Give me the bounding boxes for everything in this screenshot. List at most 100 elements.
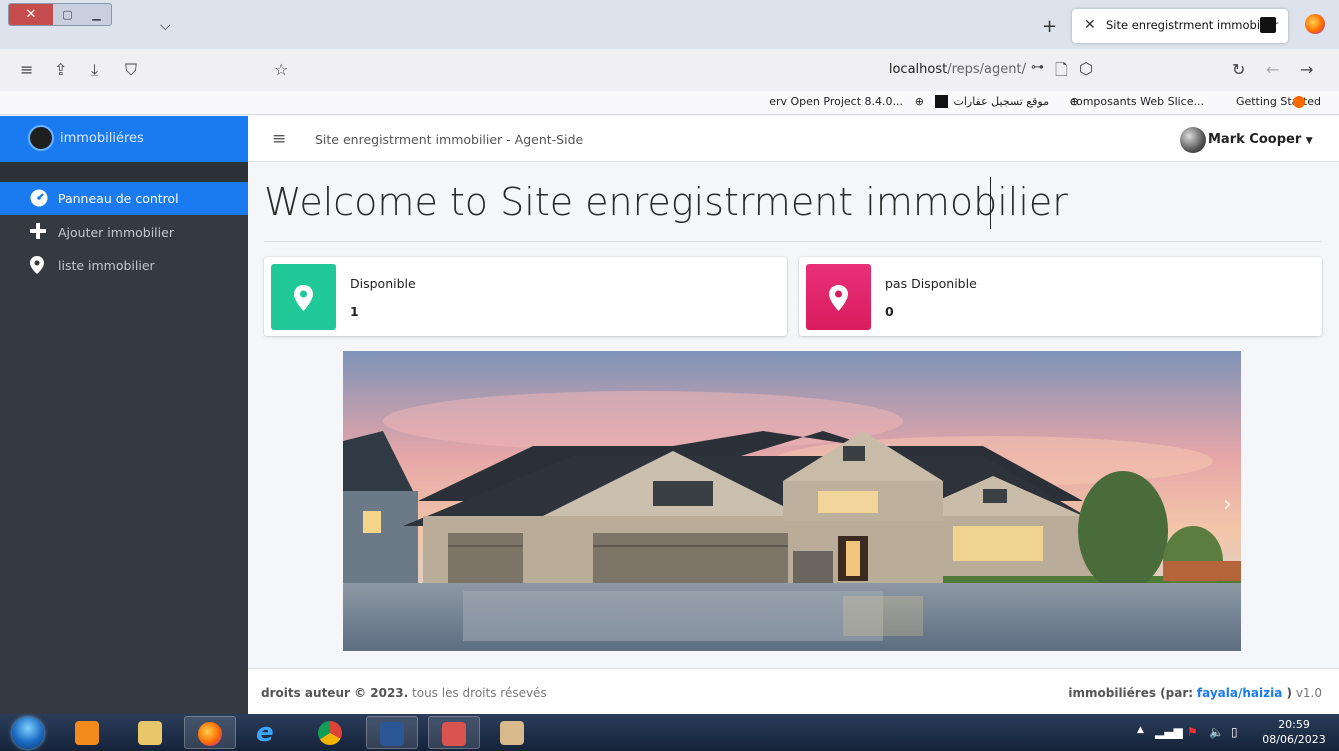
brand-name: immobiliéres xyxy=(60,131,144,146)
app-header: ≡ Site enregistrment immobilier - Agent-… xyxy=(248,116,1339,162)
map-marker-icon xyxy=(271,264,336,330)
folder-icon xyxy=(138,721,162,745)
clock-time[interactable]: 20:59 xyxy=(1259,718,1329,731)
paint-icon xyxy=(500,721,524,745)
share-icon[interactable]: ⇪ xyxy=(54,60,67,79)
title-divider xyxy=(264,241,1321,242)
url-text[interactable]: localhost/reps/agent/ xyxy=(889,62,1026,77)
firefox-icon xyxy=(198,722,222,746)
snipping-tool-icon xyxy=(442,722,466,746)
sidebar-item-ajouter[interactable]: Ajouter immobilier xyxy=(0,216,248,249)
footer-brand: immobiliéres (par: xyxy=(1068,686,1194,700)
system-tray: ▲ ▂▄▆ ⚑ 🔈 ▯ 20:59 08/06/2023 xyxy=(1129,714,1329,751)
taskbar-firefox[interactable] xyxy=(184,716,236,749)
info-box-label: pas Disponible xyxy=(885,276,977,291)
taskbar-media-player[interactable] xyxy=(62,716,114,749)
bookmark-star-icon[interactable]: ☆ xyxy=(274,60,288,79)
taskbar-explorer[interactable] xyxy=(125,716,177,749)
dashboard-icon xyxy=(30,189,48,207)
bookmarks-bar: Getting Started composants Web Slice... … xyxy=(0,91,1339,115)
map-marker-icon xyxy=(30,256,46,274)
url-bar[interactable]: ☆ localhost/reps/agent/ ⊶ 🗋 ⬡ xyxy=(260,54,1108,86)
brand-link[interactable]: immobiliéres xyxy=(0,116,248,162)
map-marker-icon xyxy=(806,264,871,330)
app-menu-icon[interactable]: ≡ xyxy=(20,60,33,79)
url-host: localhost xyxy=(888,62,948,77)
info-box-pas-disponible: pas Disponible 0 xyxy=(799,257,1322,336)
permissions-key-icon[interactable]: ⊶ xyxy=(1031,60,1044,75)
flag-icon[interactable]: ⚑ xyxy=(1187,725,1198,739)
info-box-value: 0 xyxy=(885,304,894,319)
firefox-menu-icon[interactable] xyxy=(1305,14,1325,34)
tray-expand-icon[interactable]: ▲ xyxy=(1137,725,1144,735)
taskbar-ie[interactable]: e xyxy=(243,716,295,749)
version-label: v1.0 xyxy=(1292,686,1322,700)
footer-credits: immobiliéres (par: fayala/haizia ) v1.0 xyxy=(1068,686,1322,700)
signal-icon[interactable]: ▂▄▆ xyxy=(1155,725,1183,739)
footer-brand-close: ) xyxy=(1282,686,1293,700)
header-title: Site enregistrment immobilier - Agent-Si… xyxy=(315,132,584,147)
sidebar-item-panneau[interactable]: Panneau de control xyxy=(0,182,248,215)
sidebar-toggle-icon[interactable]: ≡ xyxy=(272,129,286,149)
new-tab-button[interactable]: + xyxy=(1042,16,1057,37)
word-icon xyxy=(380,722,404,746)
taskbar-snipping[interactable] xyxy=(428,716,480,749)
power-icon[interactable]: ▯ xyxy=(1231,725,1238,739)
downloads-icon[interactable]: ⤓ xyxy=(91,60,98,80)
tab-list-chevron-icon[interactable]: ⌵ xyxy=(160,18,171,34)
globe-icon: ⊕ xyxy=(1069,95,1079,108)
sidebar-item-label: Ajouter immobilier xyxy=(58,225,174,240)
window-maximize-button[interactable]: ▢ xyxy=(53,4,82,25)
info-box-disponible: Disponible 1 xyxy=(264,257,787,336)
bookmark-item[interactable]: erv Open Project 8.4.0... xyxy=(769,95,903,108)
media-player-icon xyxy=(75,721,99,745)
tab-close-icon[interactable]: ✕ xyxy=(1084,17,1096,33)
page-title: Welcome to Site enregistrment immobilier xyxy=(264,180,1068,224)
footer-copyright: droits auteur © 2023. tous les droits ré… xyxy=(261,686,547,700)
svg-text:›: › xyxy=(1223,492,1232,517)
page-icon: 🗋 xyxy=(1055,60,1068,79)
bookmark-item[interactable]: Getting Started xyxy=(1236,95,1321,108)
windows-taskbar: e ▲ ▂▄▆ ⚑ 🔈 ▯ 20:59 08/06/2023 xyxy=(0,714,1339,751)
sidebar-item-label: liste immobilier xyxy=(58,258,155,273)
brand-logo-icon xyxy=(28,125,54,151)
window-minimize-button[interactable]: ▁ xyxy=(82,4,111,25)
browser-tab-active[interactable]: ✕ Site enregistrment immobilier xyxy=(1072,9,1288,43)
plus-icon xyxy=(30,223,46,239)
pocket-icon[interactable]: ⛉ xyxy=(125,60,137,80)
browser-tab-bar: ✕ ▢ ▁ ⌵ + ✕ Site enregistrment immobilie… xyxy=(0,0,1339,49)
copyright-text: tous les droits résevés xyxy=(408,686,547,700)
text-cursor xyxy=(990,177,991,229)
start-button[interactable] xyxy=(12,717,44,749)
globe-icon: ⊕ xyxy=(914,95,924,108)
window-controls: ✕ ▢ ▁ xyxy=(8,3,112,26)
back-icon[interactable]: ← xyxy=(1266,60,1279,79)
taskbar-chrome[interactable] xyxy=(305,716,357,749)
bookmark-item[interactable]: موقع تسجيل عقارات xyxy=(953,95,1049,108)
authors-link[interactable]: fayala/haizia xyxy=(1197,686,1282,700)
internet-explorer-icon: e xyxy=(256,718,274,748)
url-path: /reps/agent/ xyxy=(947,62,1026,77)
reload-icon[interactable]: ↻ xyxy=(1232,60,1245,79)
user-avatar[interactable] xyxy=(1180,127,1206,153)
bookmark-item[interactable]: composants Web Slice... xyxy=(1070,95,1204,108)
firefox-bookmark-icon xyxy=(1293,96,1305,108)
volume-icon[interactable]: 🔈 xyxy=(1209,725,1224,739)
sidebar-item-liste[interactable]: liste immobilier xyxy=(0,249,248,282)
user-name: Mark Cooper xyxy=(1208,132,1302,147)
info-box-label: Disponible xyxy=(350,276,416,291)
taskbar-word[interactable] xyxy=(366,716,418,749)
sidebar-item-label: Panneau de control xyxy=(58,191,179,206)
sidebar: immobiliéres Panneau de control Ajouter … xyxy=(0,116,248,714)
browser-nav-bar: ≡ ⇪ ⤓ ⛉ ☆ localhost/reps/agent/ ⊶ 🗋 ⬡ ↻ … xyxy=(0,49,1339,91)
forward-icon[interactable]: → xyxy=(1300,60,1313,79)
taskbar-paint[interactable] xyxy=(487,716,539,749)
window-close-button[interactable]: ✕ xyxy=(9,4,53,25)
user-menu-dropdown[interactable]: Mark Cooper ▼ xyxy=(1208,132,1313,147)
hero-house-image: › xyxy=(343,351,1241,651)
tab-title: Site enregistrment immobilier xyxy=(1106,18,1279,32)
copyright-strong: droits auteur © 2023. xyxy=(261,686,409,700)
info-box-value: 1 xyxy=(350,304,359,319)
clock-date[interactable]: 08/06/2023 xyxy=(1259,733,1329,746)
shield-icon[interactable]: ⬡ xyxy=(1079,59,1093,78)
